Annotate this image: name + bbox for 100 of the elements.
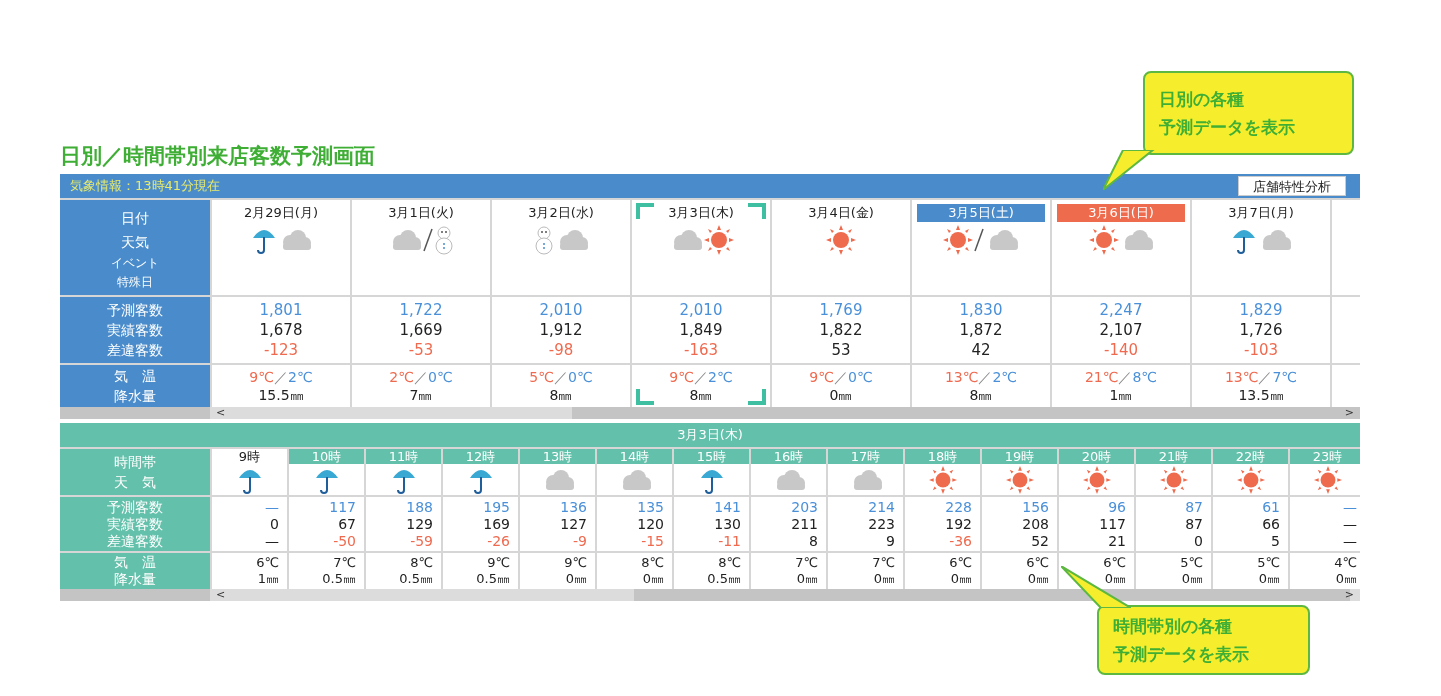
precipitation: 0㎜ xyxy=(1104,571,1126,587)
hour-tab[interactable]: 23時 xyxy=(1290,449,1360,464)
forecast-count: 61 xyxy=(1262,498,1280,516)
hour-tab[interactable]: 21時 xyxy=(1136,449,1211,464)
hour-tab[interactable]: 10時 xyxy=(289,449,364,464)
difference-count: -9 xyxy=(573,532,587,550)
row-label: 予測客数 xyxy=(107,498,163,516)
forecast-count: 156 xyxy=(1022,498,1049,516)
temperature-range: 13℃／7℃ xyxy=(1224,368,1298,386)
precipitation: 0㎜ xyxy=(950,571,972,587)
difference-count: — xyxy=(265,532,279,550)
day-cell[interactable]: 2月29日(月) xyxy=(210,200,350,295)
difference-count: 52 xyxy=(1031,532,1049,550)
temperature-range: 21℃／8℃ xyxy=(1084,368,1158,386)
actual-count: 211 xyxy=(791,515,818,533)
actual-count: 0 xyxy=(270,515,279,533)
store-analysis-button[interactable]: 店舗特性分析 xyxy=(1238,176,1346,196)
sun-icon xyxy=(1005,465,1034,494)
hour-tab[interactable]: 14時 xyxy=(597,449,672,464)
forecast-count: 2,247 xyxy=(1099,300,1143,320)
day-cell[interactable]: 3月7日(月) xyxy=(1190,200,1330,295)
scroll-left-arrow[interactable]: < xyxy=(210,407,232,419)
forecast-count: — xyxy=(1343,498,1357,516)
day-cell[interactable]: 3月1日(火) xyxy=(350,200,490,295)
temperature: 6℃ xyxy=(949,555,972,571)
sun-icon xyxy=(826,225,856,255)
forecast-count: 117 xyxy=(329,498,356,516)
difference-count: 9 xyxy=(886,532,895,550)
hour-tab[interactable]: 15時 xyxy=(674,449,749,464)
hour-tab[interactable]: 19時 xyxy=(982,449,1057,464)
actual-count: 1,822 xyxy=(819,320,863,340)
difference-count: 0 xyxy=(1194,532,1203,550)
difference-count: -59 xyxy=(410,532,433,550)
sun-icon xyxy=(1236,465,1265,494)
selection-corner xyxy=(636,203,654,219)
actual-count: 66 xyxy=(1262,515,1280,533)
forecast-count: 136 xyxy=(560,498,587,516)
temperature: 9℃ xyxy=(487,555,510,571)
row-label: 日付 xyxy=(121,209,149,228)
forecast-count: 1,830 xyxy=(959,300,1003,320)
sun-icon xyxy=(1088,225,1119,255)
hour-tab[interactable]: 13時 xyxy=(520,449,595,464)
temperature: 6℃ xyxy=(1103,555,1126,571)
difference-count: 21 xyxy=(1108,532,1126,550)
forecast-count: 228 xyxy=(945,498,972,516)
hour-tab[interactable]: 12時 xyxy=(443,449,518,464)
date-label: 3月4日(金) xyxy=(807,204,875,222)
callout-text: 時間帯別の各種 予測データを表示 xyxy=(1113,615,1249,666)
precipitation: 0㎜ xyxy=(829,386,853,404)
temperature: 7℃ xyxy=(333,555,356,571)
forecast-count: 1,769 xyxy=(819,300,863,320)
day-cell[interactable]: 3月2日(水) xyxy=(490,200,630,295)
hour-tab[interactable]: 11時 xyxy=(366,449,441,464)
date-label: 2月29日(月) xyxy=(243,204,319,222)
precipitation: 0㎜ xyxy=(873,571,895,587)
day-cell[interactable]: 3月6日(日) xyxy=(1050,200,1190,295)
sun-icon xyxy=(1159,465,1188,494)
actual-count: 208 xyxy=(1022,515,1049,533)
precipitation: 0㎜ xyxy=(565,571,587,587)
temperature-range: 9℃／2℃ xyxy=(669,368,733,386)
row-label: 差違客数 xyxy=(107,532,163,550)
difference-count: -103 xyxy=(1243,340,1278,360)
hour-tab[interactable]: 16時 xyxy=(751,449,826,464)
slash-icon xyxy=(423,227,433,253)
selection-corner xyxy=(748,203,766,219)
actual-count: 1,726 xyxy=(1239,320,1283,340)
difference-count: 42 xyxy=(971,340,991,360)
temperature: 7℃ xyxy=(872,555,895,571)
row-label: 気 温 xyxy=(114,367,156,386)
day-cell[interactable]: 3月5日(土) xyxy=(910,200,1050,295)
snowman-icon xyxy=(434,225,454,255)
temperature-range: 13℃／2℃ xyxy=(944,368,1018,386)
sun-icon xyxy=(1313,465,1342,494)
hour-tab[interactable]: 20時 xyxy=(1059,449,1134,464)
row-label: 時間帯 xyxy=(114,453,156,472)
day-cell[interactable]: 3月3日(木) xyxy=(630,200,770,295)
precipitation: 0㎜ xyxy=(1181,571,1203,587)
actual-count: 1,912 xyxy=(539,320,583,340)
temperature: 8℃ xyxy=(410,555,433,571)
temperature-range: 2℃／0℃ xyxy=(389,368,453,386)
scroll-left-arrow[interactable]: < xyxy=(210,589,232,601)
scroll-right-arrow[interactable]: > xyxy=(1338,407,1360,419)
actual-count: 1,669 xyxy=(399,320,443,340)
forecast-count: 2,010 xyxy=(539,300,583,320)
row-label: 降水量 xyxy=(114,387,156,406)
day-cell[interactable]: 3月4日(金) xyxy=(770,200,910,295)
temperature-range: 5℃／0℃ xyxy=(529,368,593,386)
precipitation: 0㎜ xyxy=(642,571,664,587)
difference-count: -50 xyxy=(333,532,356,550)
hour-tab[interactable]: 18時 xyxy=(905,449,980,464)
hour-tab[interactable]: 17時 xyxy=(828,449,903,464)
date-label: 3月2日(水) xyxy=(527,204,595,222)
actual-count: 1,678 xyxy=(259,320,303,340)
precipitation: 1㎜ xyxy=(1109,386,1133,404)
hour-tab[interactable]: 22時 xyxy=(1213,449,1288,464)
forecast-count: 195 xyxy=(483,498,510,516)
scroll-right-arrow[interactable]: > xyxy=(1338,589,1360,601)
temperature: 4℃ xyxy=(1334,555,1357,571)
actual-count: 120 xyxy=(637,515,664,533)
precipitation: 0㎜ xyxy=(1335,571,1357,587)
